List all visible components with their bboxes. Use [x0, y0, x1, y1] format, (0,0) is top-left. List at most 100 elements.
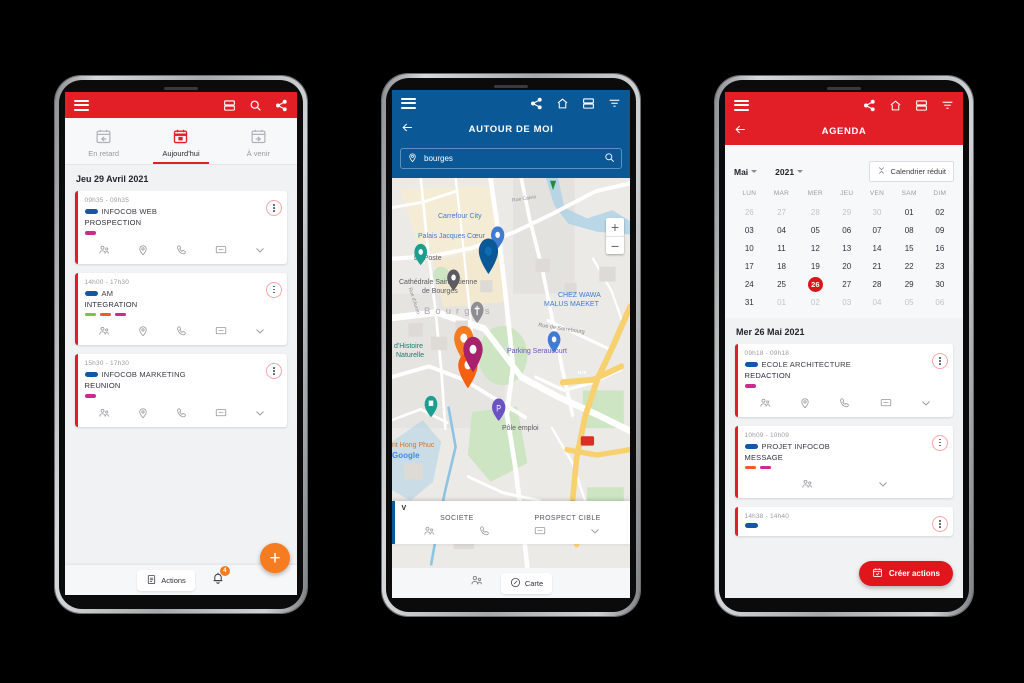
calendar-day-cell[interactable]: 01 — [893, 202, 926, 220]
calendar-day-cell[interactable]: 19 — [798, 256, 832, 274]
event-card[interactable]: 14h38 - 14h40 — [735, 507, 953, 536]
calendar-day-cell[interactable]: 20 — [832, 256, 861, 274]
hamburger-icon[interactable] — [401, 97, 416, 109]
calendar-day-cell[interactable]: 26 — [798, 274, 832, 292]
chevron-down-icon[interactable] — [877, 477, 889, 495]
share-icon[interactable] — [530, 97, 543, 110]
calendar-day-cell[interactable]: 08 — [893, 220, 926, 238]
contacts-icon[interactable] — [801, 477, 813, 495]
calendar-day-cell[interactable]: 01 — [765, 292, 799, 310]
event-card[interactable]: 15h30 - 17h30 INFOCOB MARKETING REUNION — [75, 354, 287, 427]
calendar-day-cell[interactable]: 24 — [734, 274, 765, 292]
calendar-day-cell[interactable]: 15 — [893, 238, 926, 256]
month-select[interactable]: Mai — [734, 167, 758, 177]
calendar-day-cell[interactable]: 04 — [861, 292, 892, 310]
tab-aujourdhui[interactable]: Aujourd'hui — [142, 118, 219, 164]
calendar-day-cell[interactable]: 30 — [861, 202, 892, 220]
calendar-day-cell[interactable]: 21 — [861, 256, 892, 274]
calendar-day-cell[interactable]: 02 — [798, 292, 832, 310]
message-icon[interactable] — [534, 524, 546, 542]
calendar-day-cell[interactable]: 29 — [832, 202, 861, 220]
layout-icon[interactable] — [915, 99, 928, 112]
calendar-day-cell[interactable]: 28 — [798, 202, 832, 220]
tab-a-venir[interactable]: À venir — [220, 118, 297, 164]
event-card[interactable]: 10h09 - 10h09 PROJET INFOCOB MESSAGE — [735, 425, 953, 498]
map-detail-sheet[interactable]: V SOCIETE PROSPECT CIBLE — [392, 501, 630, 544]
phone-icon[interactable] — [176, 243, 188, 261]
contacts-icon[interactable] — [423, 524, 435, 542]
chevron-down-icon[interactable] — [920, 396, 932, 414]
calendar-day-cell[interactable]: 06 — [926, 292, 954, 310]
card-more-button[interactable] — [932, 516, 948, 532]
create-actions-button[interactable]: Créer actions — [858, 561, 953, 586]
card-more-button[interactable] — [932, 434, 948, 451]
phone-icon[interactable] — [176, 406, 188, 424]
card-more-button[interactable] — [266, 200, 282, 216]
calendar-day-cell[interactable]: 06 — [832, 220, 861, 238]
calendar-day-cell[interactable]: 27 — [765, 202, 799, 220]
calendar-day-cell[interactable]: 23 — [926, 256, 954, 274]
chevron-down-icon[interactable] — [254, 406, 266, 424]
layout-icon[interactable] — [582, 97, 595, 110]
card-more-button[interactable] — [266, 363, 282, 379]
tab-en-retard[interactable]: En retard — [65, 118, 142, 164]
phone-icon[interactable] — [479, 524, 491, 542]
search-input[interactable]: bourges — [400, 148, 622, 169]
year-select[interactable]: 2021 — [775, 167, 804, 177]
location-icon[interactable] — [799, 396, 811, 414]
calendar-day-cell[interactable]: 30 — [926, 274, 954, 292]
contacts-icon[interactable] — [98, 243, 110, 261]
calendar-day-cell[interactable]: 03 — [734, 220, 765, 238]
location-icon[interactable] — [137, 243, 149, 261]
message-icon[interactable] — [215, 406, 227, 424]
message-icon[interactable] — [880, 396, 892, 414]
calendar-day-cell[interactable]: 27 — [832, 274, 861, 292]
hamburger-icon[interactable] — [74, 99, 89, 111]
nav-contacts-button[interactable] — [470, 574, 483, 592]
calendar-day-cell[interactable]: 26 — [734, 202, 765, 220]
calendar-day-cell[interactable]: 03 — [832, 292, 861, 310]
nav-carte-button[interactable]: Carte — [500, 572, 553, 594]
search-icon[interactable] — [604, 150, 615, 168]
event-card[interactable]: 09h35 - 09h35 INFOCOB WEB PROSPECTION — [75, 191, 287, 264]
calendar-day-cell[interactable]: 28 — [861, 274, 892, 292]
calendar-day-cell[interactable]: 25 — [765, 274, 799, 292]
contacts-icon[interactable] — [98, 406, 110, 424]
calendar-day-cell[interactable]: 31 — [734, 292, 765, 310]
calendar-reduce-button[interactable]: Calendrier réduit — [868, 161, 954, 182]
calendar-day-cell[interactable]: 17 — [734, 256, 765, 274]
share-icon[interactable] — [275, 99, 288, 112]
sheet-caret[interactable]: V — [402, 505, 624, 512]
calendar-day-cell[interactable]: 11 — [765, 238, 799, 256]
calendar-day-cell[interactable]: 12 — [798, 238, 832, 256]
event-list[interactable]: 09h35 - 09h35 INFOCOB WEB PROSPECTION 14… — [65, 191, 297, 565]
phone-icon[interactable] — [839, 396, 851, 414]
phone-icon[interactable] — [176, 324, 188, 342]
calendar-day-cell[interactable]: 05 — [893, 292, 926, 310]
notifications-button[interactable]: 4 — [211, 565, 230, 590]
location-icon[interactable] — [137, 324, 149, 342]
calendar-day-cell[interactable]: 09 — [926, 220, 954, 238]
add-action-fab[interactable]: + — [260, 543, 290, 573]
event-list[interactable]: 09h18 - 09h18 ECOLE ARCHITECTURE REDACTI… — [725, 344, 963, 598]
zoom-in-button[interactable]: + — [606, 218, 624, 236]
map-canvas[interactable]: Carrefour City Palais Jacques Cœur La Po… — [392, 178, 630, 568]
calendar-day-cell[interactable]: 14 — [861, 238, 892, 256]
calendar-day-cell[interactable]: 07 — [861, 220, 892, 238]
filter-icon[interactable] — [941, 99, 954, 112]
filter-icon[interactable] — [608, 97, 621, 110]
calendar-day-cell[interactable]: 05 — [798, 220, 832, 238]
message-icon[interactable] — [215, 243, 227, 261]
card-more-button[interactable] — [932, 353, 948, 369]
calendar-day-cell[interactable]: 18 — [765, 256, 799, 274]
event-card[interactable]: 09h18 - 09h18 ECOLE ARCHITECTURE REDACTI… — [735, 344, 953, 417]
share-icon[interactable] — [863, 99, 876, 112]
chevron-down-icon[interactable] — [254, 243, 266, 261]
home-icon[interactable] — [556, 97, 569, 110]
calendar-day-cell[interactable]: 10 — [734, 238, 765, 256]
home-icon[interactable] — [889, 99, 902, 112]
search-icon[interactable] — [249, 99, 262, 112]
chevron-down-icon[interactable] — [589, 524, 601, 542]
location-icon[interactable] — [137, 406, 149, 424]
calendar-day-cell[interactable]: 13 — [832, 238, 861, 256]
